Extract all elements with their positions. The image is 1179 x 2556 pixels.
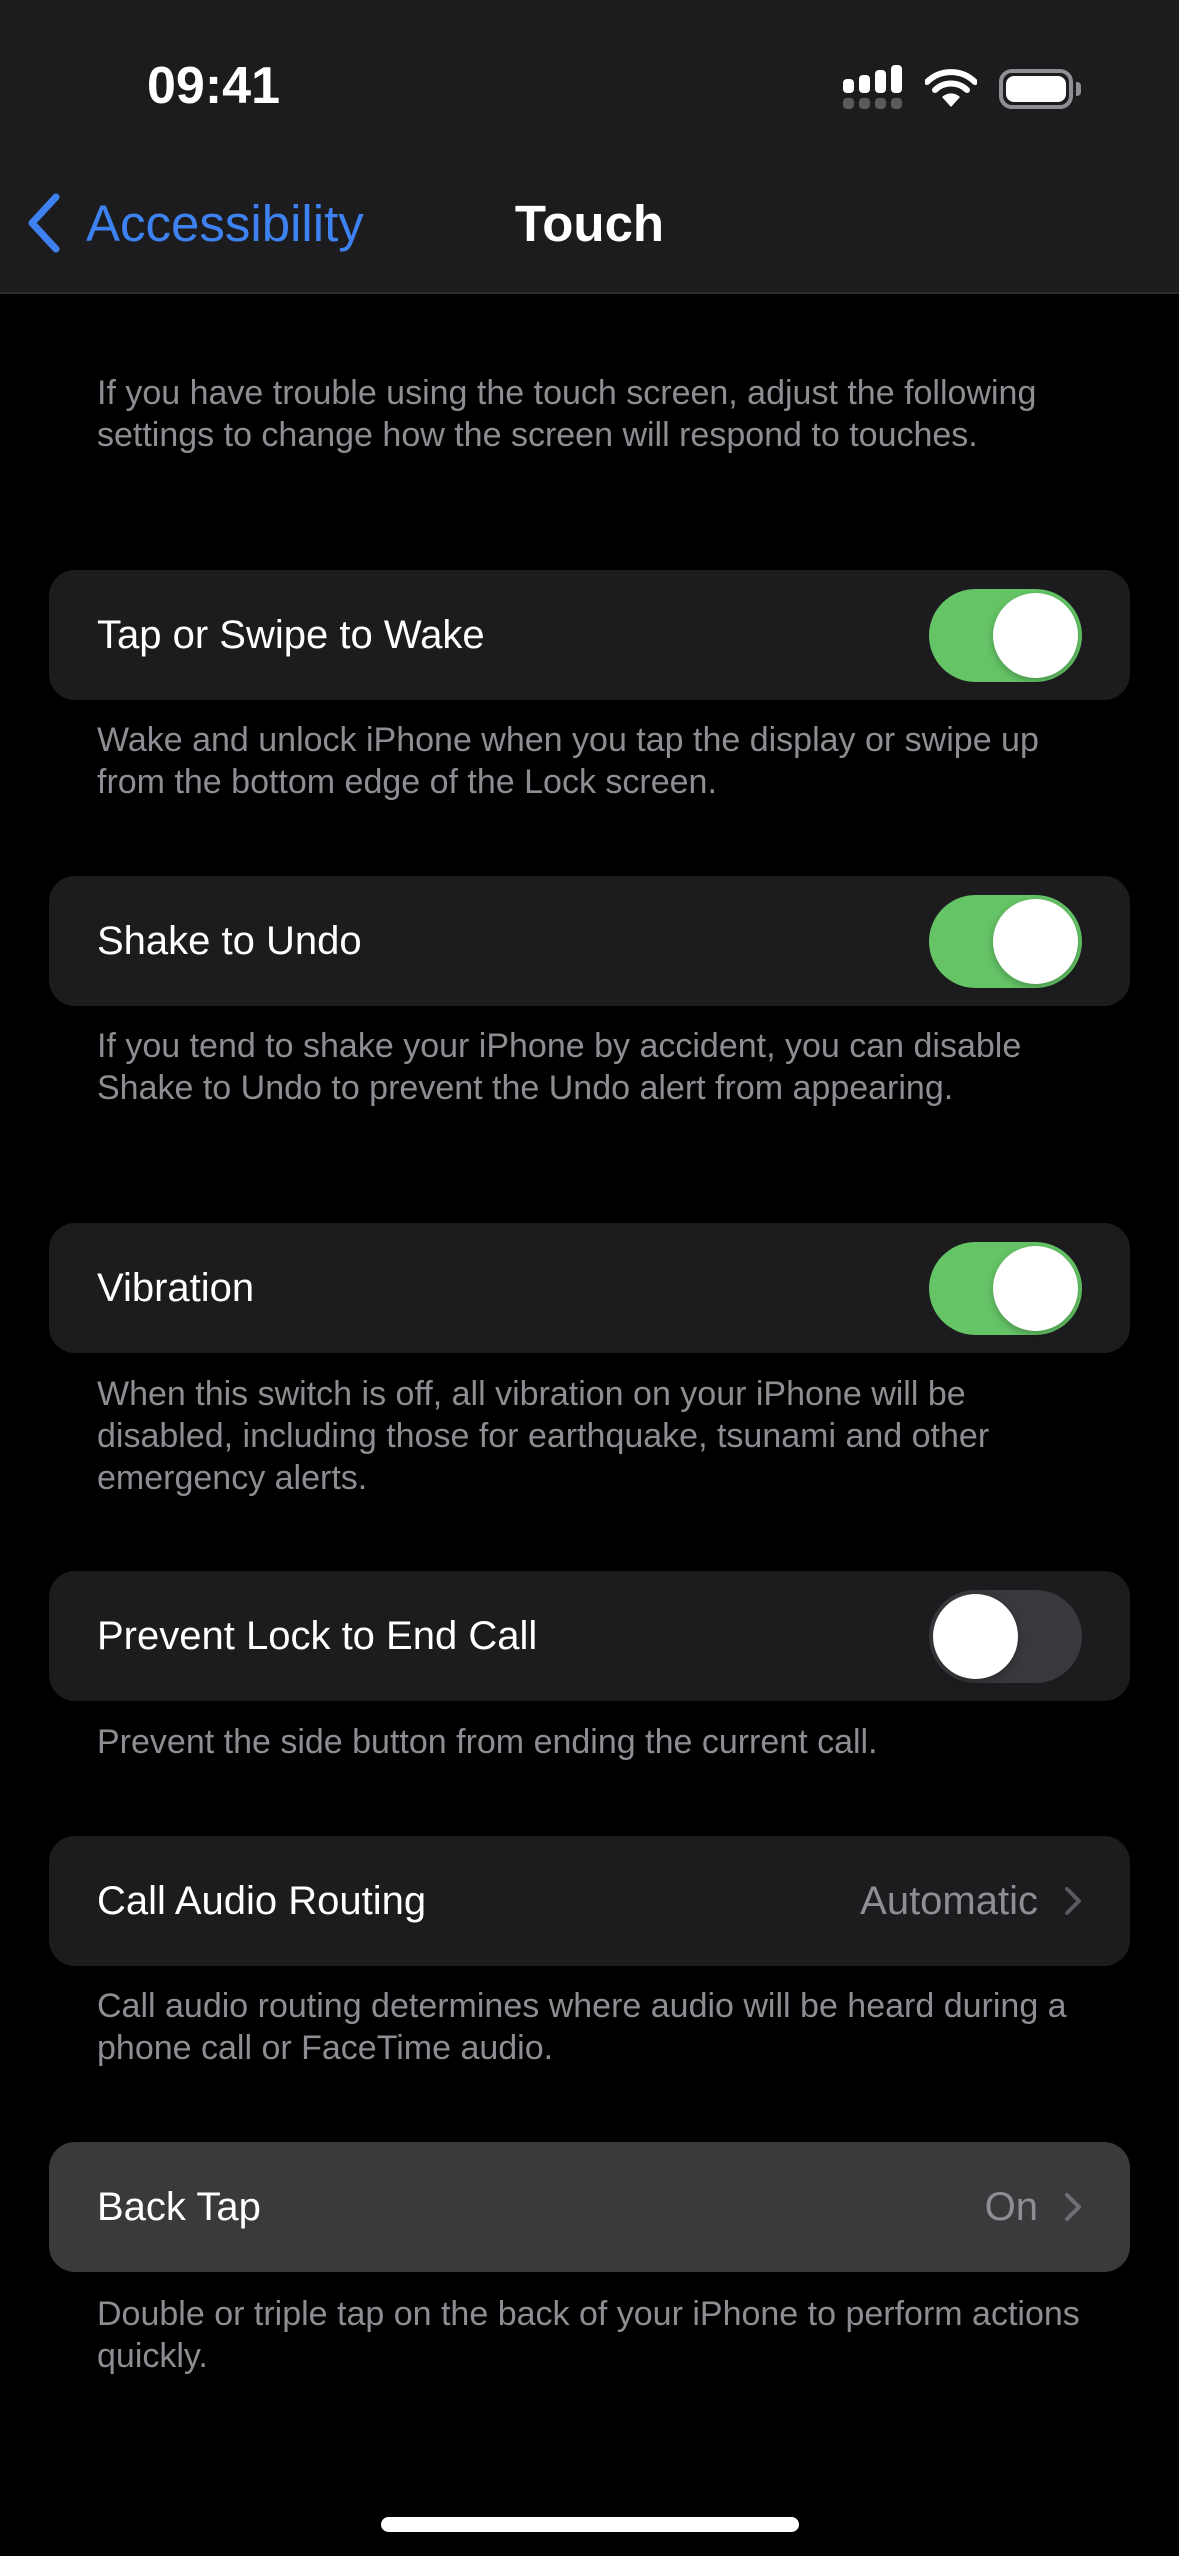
toggle-knob [993,1245,1078,1331]
tap-or-swipe-to-wake-footer: Wake and unlock iPhone when you tap the … [97,721,1039,801]
tap-or-swipe-to-wake-row: Tap or Swipe to Wake [49,570,1130,700]
page-title: Touch [514,195,665,252]
touch-settings-screen: Touch Accommodations Off If you have tro… [0,0,1179,2556]
back-tap-footer: Double or triple tap on the back of your… [97,2295,1080,2375]
toggle-knob [993,898,1078,984]
home-indicator[interactable] [381,2517,799,2532]
vibration-footer: When this switch is off, all vibration o… [97,1375,990,1497]
call-audio-routing-row[interactable]: Call Audio Routing Automatic [49,1836,1130,1966]
prevent-lock-to-end-call-toggle[interactable] [929,1589,1082,1683]
touch-accommodations-footer: If you have trouble using the touch scre… [97,374,1037,454]
dual-sim-signal-icon [843,65,903,113]
chevron-right-icon [1065,1887,1081,1915]
status-time: 09:41 [147,57,280,115]
shake-to-undo-footer: If you tend to shake your iPhone by acci… [97,1027,1022,1107]
row-label: Tap or Swipe to Wake [97,612,485,657]
chevron-right-icon [1065,2193,1081,2221]
prevent-lock-to-end-call-footer: Prevent the side button from ending the … [97,1723,878,1761]
toggle-knob [993,592,1078,678]
navigation-header: 09:41 Accessibility Touch [0,0,1179,294]
back-tap-row[interactable]: Back Tap On [49,2142,1130,2272]
row-label: Shake to Undo [97,918,362,963]
wifi-icon [925,69,977,107]
call-audio-routing-footer: Call audio routing determines where audi… [97,1987,1067,2067]
shake-to-undo-row: Shake to Undo [49,876,1130,1006]
prevent-lock-to-end-call-row: Prevent Lock to End Call [49,1571,1130,1701]
row-value: Automatic [860,1878,1038,1923]
tap-or-swipe-to-wake-toggle[interactable] [929,588,1082,682]
shake-to-undo-toggle[interactable] [929,894,1082,988]
row-value: On [984,2184,1038,2229]
vibration-row: Vibration [49,1223,1130,1353]
row-label: Vibration [97,1265,255,1310]
battery-icon [999,69,1081,109]
status-icons [843,64,1081,114]
row-label: Prevent Lock to End Call [97,1613,538,1658]
row-label: Call Audio Routing [97,1878,427,1923]
toggle-knob [933,1593,1018,1679]
vibration-toggle[interactable] [929,1241,1082,1335]
row-label: Back Tap [97,2184,261,2229]
